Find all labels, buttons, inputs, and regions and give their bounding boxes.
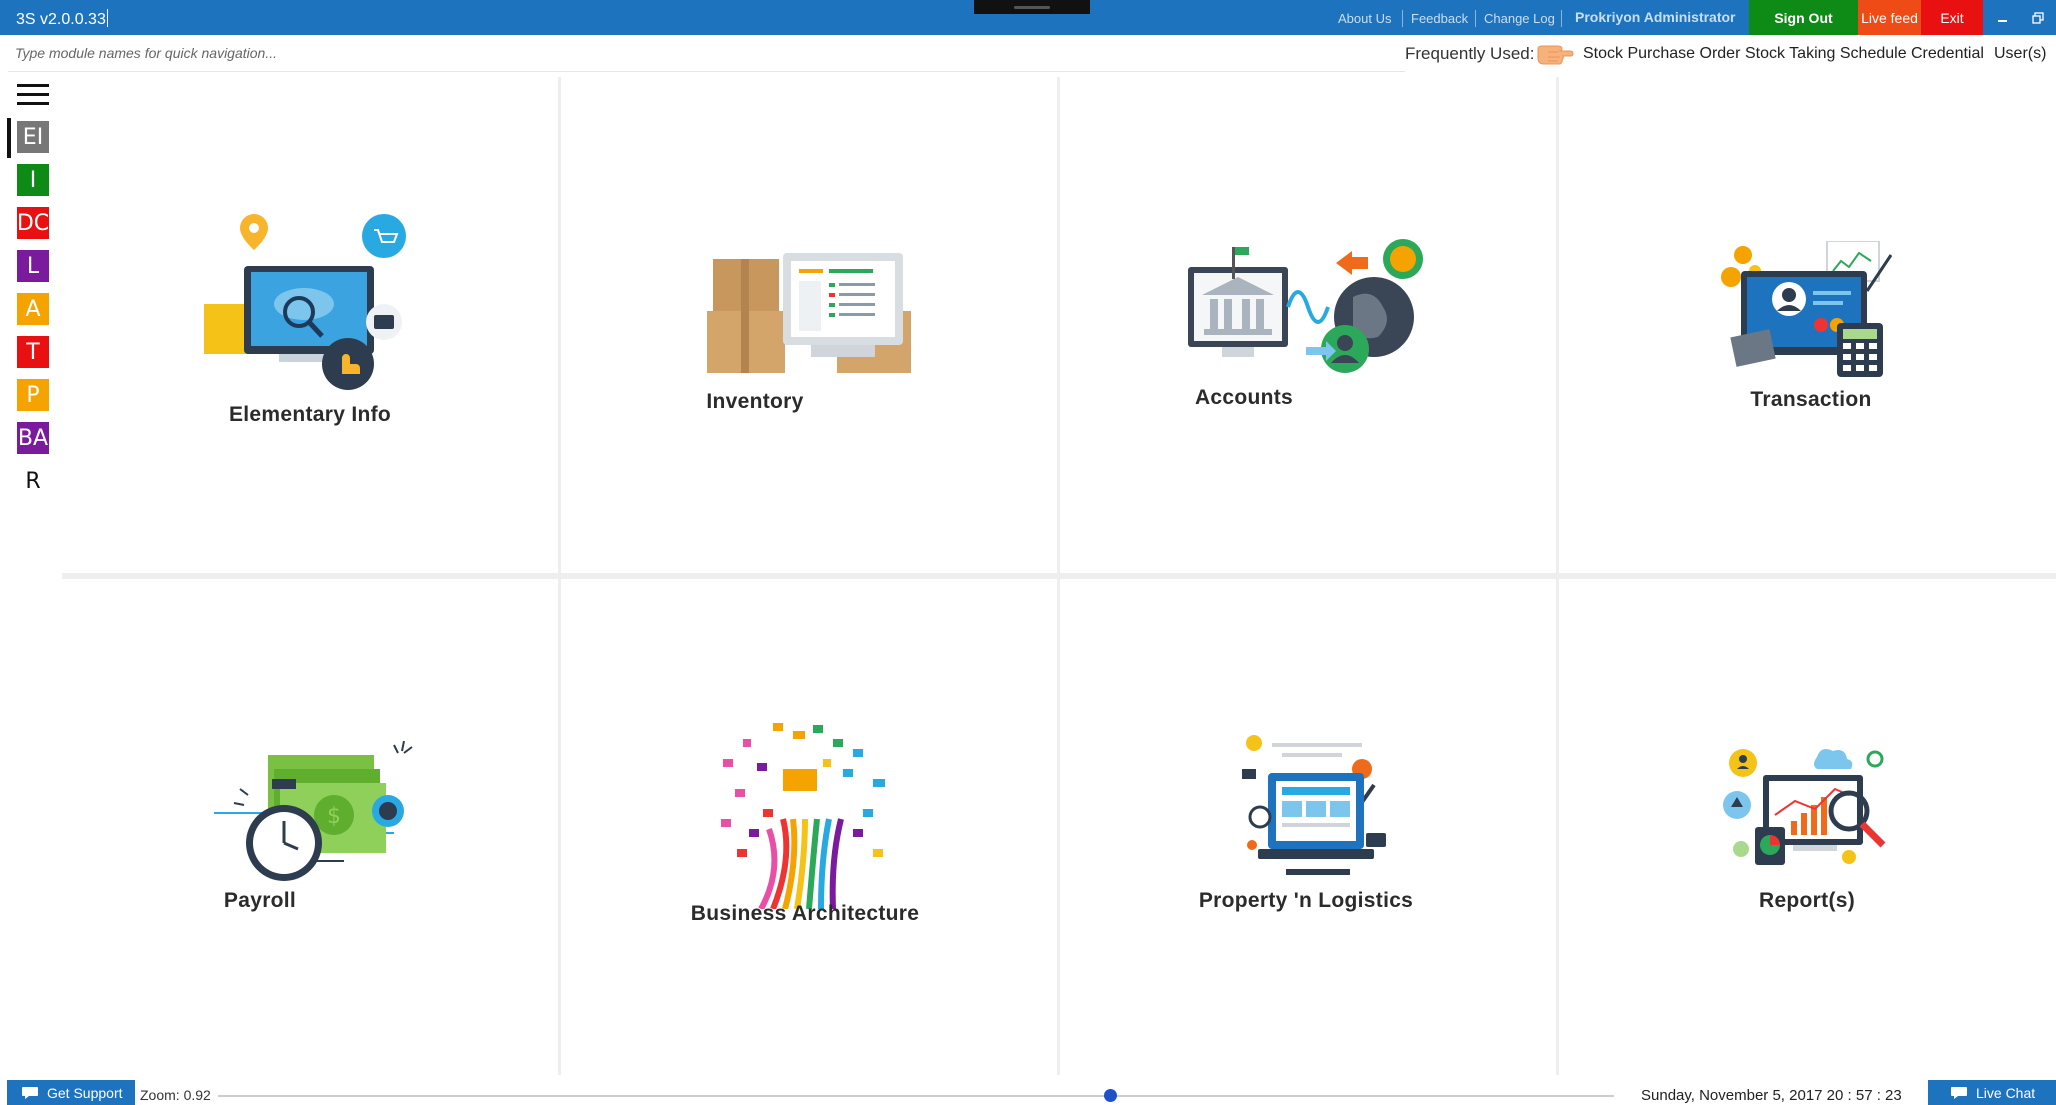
sidebar-item-elementary-info[interactable]: EI	[17, 121, 49, 153]
sidebar-item-l[interactable]: L	[17, 250, 49, 282]
live-chat-label: Live Chat	[1976, 1084, 2036, 1101]
sidebar-item-label: DC	[16, 210, 50, 236]
sidebar-item-label: A	[25, 296, 41, 322]
zoom-label: Zoom: 0.92	[140, 1087, 211, 1103]
module-tile-business-architecture[interactable]: Business Architecture	[561, 579, 1057, 1075]
webpage-laptop-icon	[1242, 735, 1386, 875]
get-support-button[interactable]: Get Support	[7, 1080, 135, 1105]
module-label: Report(s)	[1758, 889, 1856, 912]
module-tile-transaction[interactable]: Transaction	[1559, 77, 2056, 573]
freq-stock-purchase-order[interactable]: Stock Purchase Order	[1583, 45, 1740, 63]
chat-bubble-icon	[1951, 1086, 1967, 1099]
sidebar-item-payroll[interactable]: P	[17, 379, 49, 411]
hamburger-menu-icon[interactable]	[17, 84, 49, 106]
live-chat-button[interactable]: Live Chat	[1928, 1080, 2056, 1105]
pointing-hand-icon	[1537, 45, 1574, 65]
sidebar-item-label: L	[26, 253, 40, 279]
module-tile-inventory[interactable]: Inventory	[561, 77, 1057, 573]
get-support-label: Get Support	[47, 1084, 123, 1101]
svg-text:$: $	[327, 804, 341, 829]
bank-globe-icon	[1188, 239, 1423, 373]
sidebar-item-transaction[interactable]: T	[17, 336, 49, 368]
freq-stock-taking-schedule[interactable]: Stock Taking Schedule	[1745, 45, 1907, 63]
frequently-used-label: Frequently Used:	[1405, 44, 1535, 63]
restore-window-icon[interactable]	[2020, 0, 2056, 35]
freq-users[interactable]: User(s)	[1994, 45, 2046, 63]
module-label: Accounts	[1194, 386, 1294, 409]
minimize-icon[interactable]	[1986, 0, 2020, 35]
chat-bubble-icon	[22, 1086, 38, 1099]
world-map-monitor-icon	[204, 214, 406, 390]
about-us-link[interactable]: About Us	[1338, 11, 1391, 26]
module-tile-elementary-info[interactable]: Elementary Info	[62, 77, 558, 573]
user-name[interactable]: Prokriyon Administrator	[1575, 9, 1736, 25]
quick-navigation-input[interactable]	[15, 38, 915, 68]
monitor-calculator-icon	[1721, 241, 1893, 377]
freq-credential[interactable]: Credential	[1911, 45, 1984, 63]
boxes-checklist-icon	[707, 253, 911, 373]
zoom-slider-thumb[interactable]	[1104, 1089, 1118, 1102]
module-label: Elementary Info	[228, 403, 392, 426]
module-tile-property-logistics[interactable]: Property 'n Logistics	[1060, 579, 1556, 1075]
sidebar-item-dc[interactable]: DC	[17, 207, 49, 239]
sidebar-item-inventory[interactable]: I	[17, 164, 49, 196]
sidebar-item-label: P	[26, 382, 40, 408]
feedback-link[interactable]: Feedback	[1411, 11, 1468, 26]
sidebar-item-label: I	[29, 167, 37, 193]
stopwatch-money-icon: $	[214, 741, 413, 881]
sign-out-button[interactable]: Sign Out	[1749, 0, 1858, 35]
change-log-link[interactable]: Change Log	[1484, 11, 1555, 26]
divider	[1402, 10, 1403, 27]
sidebar-item-label: BA	[17, 425, 49, 451]
module-label: Payroll	[223, 889, 297, 912]
sidebar-item-business-architecture[interactable]: BA	[17, 422, 49, 454]
divider	[1475, 10, 1476, 27]
live-feed-button[interactable]: Live feed	[1858, 0, 1921, 35]
analytics-magnifier-icon	[1723, 749, 1886, 865]
app-version: 3S v2.0.0.33	[16, 11, 106, 28]
sidebar-item-reports[interactable]: R	[17, 465, 49, 497]
sidebar-item-label: R	[25, 468, 41, 494]
divider	[8, 71, 1405, 72]
sidebar-item-accounts[interactable]: A	[17, 293, 49, 325]
sidebar-item-label: EI	[22, 124, 44, 150]
title-bar: 3S v2.0.0.33 About Us Feedback Change Lo…	[0, 0, 2056, 35]
active-indicator	[7, 118, 11, 158]
module-tile-reports[interactable]: Report(s)	[1559, 579, 2056, 1075]
sidebar-item-label: T	[26, 339, 40, 365]
module-tile-accounts[interactable]: Accounts	[1060, 77, 1556, 573]
module-grid: Elementary Info Inventory Accounts Trans…	[62, 77, 2056, 1075]
divider	[1561, 10, 1562, 27]
module-tile-payroll[interactable]: $ Payroll	[62, 579, 558, 1075]
colorful-tree-icon	[721, 723, 885, 909]
exit-button[interactable]: Exit	[1921, 0, 1983, 35]
module-label: Transaction	[1750, 388, 1872, 411]
window-notch	[974, 0, 1090, 14]
module-label: Inventory	[706, 390, 804, 413]
module-label: Property 'n Logistics	[1198, 889, 1414, 912]
module-label: Business Architecture	[690, 902, 920, 925]
zoom-slider-track[interactable]	[218, 1095, 1614, 1097]
date-time-display: Sunday, November 5, 2017 20 : 57 : 23	[1641, 1087, 1902, 1104]
